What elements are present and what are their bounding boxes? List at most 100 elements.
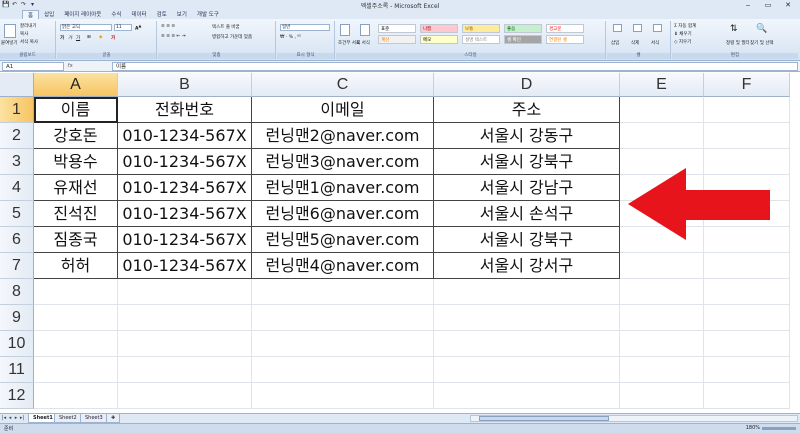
cell-d4[interactable]: 서울시 강남구 [434,175,620,201]
column-header-f[interactable]: F [704,73,790,97]
tab-review[interactable]: 검토 [152,10,172,19]
column-header-b[interactable]: B [118,73,252,97]
cell-style-item[interactable]: 경고문 [546,24,584,33]
minimize-button[interactable]: ‒ [738,0,758,10]
insert-cells-button[interactable]: 삽입 [611,40,619,46]
cell-c7[interactable]: 런닝맨4@naver.com [252,253,434,279]
cell-style-item[interactable]: 계산 [378,35,416,44]
cell-c4[interactable]: 런닝맨1@naver.com [252,175,434,201]
cell-a8[interactable] [34,279,118,305]
cell-b3[interactable]: 010-1234-567X [118,149,252,175]
horizontal-scroll-thumb[interactable] [479,416,609,421]
row-header-10[interactable]: 10 [0,331,34,357]
row-header-7[interactable]: 7 [0,253,34,279]
name-box[interactable]: A1 [2,62,64,71]
cell-f12[interactable] [704,383,790,409]
cut-button[interactable]: 잘라내기 [20,23,37,29]
row-header-9[interactable]: 9 [0,305,34,331]
cell-style-item[interactable]: 좋음 [504,24,542,33]
cell-d2[interactable]: 서울시 강동구 [434,123,620,149]
cell-e9[interactable] [620,305,704,331]
clear-button[interactable]: ◇ 지우기 [674,39,691,45]
zoom-level[interactable]: 180% [746,425,760,431]
sort-filter-icon[interactable]: ⇅ [730,24,738,34]
cell-d12[interactable] [434,383,620,409]
cell-b6[interactable]: 010-1234-567X [118,227,252,253]
cell-c1[interactable]: 이메일 [252,97,434,123]
bold-icon[interactable]: 가 [60,35,64,41]
border-icon[interactable]: ⊞ [87,35,91,40]
cell-e2[interactable] [620,123,704,149]
tab-page-layout[interactable]: 페이지 레이아웃 [59,10,106,19]
fill-button[interactable]: ⬇ 채우기 [674,31,692,37]
cell-e8[interactable] [620,279,704,305]
cell-style-item[interactable]: 셀 확인 [504,35,542,44]
cell-b5[interactable]: 010-1234-567X [118,201,252,227]
wrap-text-button[interactable]: 텍스트 줄 바꿈 [212,24,240,30]
cell-style-item[interactable]: 연결된 셀 [546,35,584,44]
column-header-d[interactable]: D [434,73,620,97]
cell-b10[interactable] [118,331,252,357]
row-header-1[interactable]: 1 [0,97,34,123]
copy-button[interactable]: 복사 [20,31,28,37]
align-left-icon[interactable]: ≡ ≡ ≡ ⇤ ⇥ [161,34,186,39]
cell-a7[interactable]: 허허 [34,253,118,279]
cell-style-item[interactable]: 나쁨 [420,24,458,33]
row-header-5[interactable]: 5 [0,201,34,227]
cell-d5[interactable]: 서울시 손석구 [434,201,620,227]
cell-a4[interactable]: 유재선 [34,175,118,201]
zoom-slider[interactable] [762,427,796,430]
insert-cells-icon[interactable] [613,24,622,32]
number-format-combo[interactable]: 일반 [280,24,330,31]
cell-b9[interactable] [118,305,252,331]
last-sheet-icon[interactable]: ▸| [19,415,25,422]
tab-data[interactable]: 데이터 [126,10,151,19]
cell-style-item[interactable]: 표준 [378,24,416,33]
cell-style-item[interactable]: 보통 [462,24,500,33]
cell-d9[interactable] [434,305,620,331]
find-select-icon[interactable]: 🔍 [756,24,767,34]
cell-d7[interactable]: 서울시 강서구 [434,253,620,279]
format-cells-button[interactable]: 서식 [651,40,659,46]
cell-d3[interactable]: 서울시 강북구 [434,149,620,175]
conditional-format-icon[interactable] [340,24,350,36]
row-header-11[interactable]: 11 [0,357,34,383]
cell-c10[interactable] [252,331,434,357]
column-header-a[interactable]: A [34,73,118,97]
cell-a6[interactable]: 짐종국 [34,227,118,253]
cell-f2[interactable] [704,123,790,149]
cell-e7[interactable] [620,253,704,279]
cell-f11[interactable] [704,357,790,383]
merge-center-button[interactable]: 병합하고 가운데 맞춤 [212,34,252,40]
font-size-combo[interactable]: 11 [114,24,132,31]
font-name-combo[interactable]: 맑은 고딕 [60,24,112,31]
cell-f9[interactable] [704,305,790,331]
cell-b8[interactable] [118,279,252,305]
tab-insert[interactable]: 삽입 [39,10,59,19]
cell-e12[interactable] [620,383,704,409]
tab-home[interactable]: 홈 [22,10,40,19]
tab-view[interactable]: 보기 [172,10,192,19]
cell-b1[interactable]: 전화번호 [118,97,252,123]
row-header-4[interactable]: 4 [0,175,34,201]
delete-cells-icon[interactable] [633,24,642,32]
cell-f1[interactable] [704,97,790,123]
sheet-tab-sheet2[interactable]: Sheet2 [54,414,82,423]
close-button[interactable]: ✕ [778,0,798,10]
column-header-c[interactable]: C [252,73,434,97]
cell-c11[interactable] [252,357,434,383]
paste-button[interactable]: 붙여넣기 [1,40,18,46]
cell-a1[interactable]: 이름 [34,97,118,123]
cell-c6[interactable]: 런닝맨5@naver.com [252,227,434,253]
cell-e11[interactable] [620,357,704,383]
paste-icon[interactable] [4,24,16,38]
autosum-button[interactable]: Σ 자동 합계 [674,23,696,29]
cell-a12[interactable] [34,383,118,409]
row-header-6[interactable]: 6 [0,227,34,253]
insert-function-icon[interactable]: fx [68,62,108,71]
cell-e10[interactable] [620,331,704,357]
italic-icon[interactable]: 가 [68,35,72,41]
cell-a11[interactable] [34,357,118,383]
select-all-corner[interactable] [0,73,34,97]
cell-a3[interactable]: 박용수 [34,149,118,175]
